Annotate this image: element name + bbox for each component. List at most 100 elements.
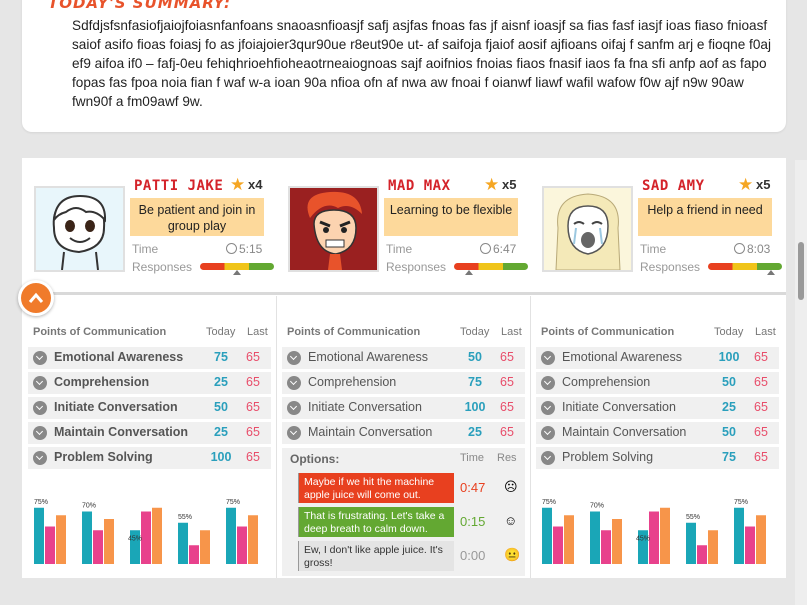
scrollbar[interactable] [795, 160, 807, 605]
chevron-down-icon[interactable] [33, 351, 47, 365]
chevron-down-icon[interactable] [287, 401, 301, 415]
poc-row[interactable]: Problem Solving 75 65 [536, 447, 779, 469]
chart-bar [612, 519, 622, 564]
poc-label: Emotional Awareness [308, 350, 428, 364]
character-goal: Help a friend in need [638, 198, 772, 236]
poc-row[interactable]: Emotional Awareness 75 65 [28, 347, 271, 369]
today-value: 75 [214, 350, 228, 364]
responses-meter [708, 263, 782, 270]
poc-label: Maintain Conversation [54, 425, 189, 439]
last-value: 65 [754, 350, 768, 364]
response-option[interactable]: That is frustrating. Let's take a deep b… [298, 507, 454, 537]
chevron-down-icon[interactable] [541, 376, 555, 390]
poc-row[interactable]: Emotional Awareness 100 65 [536, 347, 779, 369]
poc-label: Problem Solving [54, 450, 153, 464]
option-time: 0:00 [460, 548, 486, 563]
time-value: 8:03 [734, 242, 770, 256]
chart-bar [226, 507, 236, 564]
responses-label: Responses [386, 260, 447, 274]
today-value: 25 [722, 400, 736, 414]
chevron-down-icon[interactable] [33, 401, 47, 415]
poc-header: Points of Communication [541, 326, 675, 338]
response-option[interactable]: Ew, I don't like apple juice. It's gross… [298, 541, 454, 571]
last-header: Last [501, 326, 522, 338]
poc-row[interactable]: Maintain Conversation 25 65 [28, 422, 271, 444]
chevron-down-icon[interactable] [541, 426, 555, 440]
character-name: SAD AMY [642, 178, 705, 194]
scrollbar-thumb[interactable] [798, 242, 804, 300]
chart-bar [45, 526, 55, 564]
collapse-toggle-button[interactable] [18, 280, 54, 316]
character-avatar[interactable] [288, 186, 379, 272]
chart-data-label: 75% [734, 499, 748, 506]
summary-title: TODAY'S SUMMARY: [48, 0, 231, 12]
chevron-down-icon[interactable] [33, 376, 47, 390]
poc-label: Comprehension [308, 375, 397, 389]
chart-bar [141, 511, 151, 564]
character-name: MAD MAX [388, 178, 451, 194]
responses-pointer [766, 270, 775, 275]
response-option[interactable]: Maybe if we hit the machine apple juice … [298, 473, 454, 503]
last-value: 65 [500, 425, 514, 439]
character-goal: Learning to be flexible [384, 198, 518, 236]
last-value: 65 [500, 400, 514, 414]
last-value: 65 [500, 375, 514, 389]
chart-bar [708, 530, 718, 564]
poc-header: Points of Communication [287, 326, 421, 338]
face-icon: 😐 [504, 547, 521, 562]
poc-label: Comprehension [54, 375, 150, 389]
chart-bar [248, 515, 258, 564]
chevron-down-icon[interactable] [287, 351, 301, 365]
chevron-down-icon[interactable] [541, 351, 555, 365]
last-value: 65 [246, 450, 260, 464]
chevron-down-icon[interactable] [287, 426, 301, 440]
progress-chart: 75% 70% 45% 55% 75% [542, 499, 766, 564]
chart-data-label: 70% [590, 503, 604, 510]
last-value: 65 [754, 400, 768, 414]
chevron-down-icon[interactable] [33, 426, 47, 440]
poc-row[interactable]: Problem Solving 100 65 [28, 447, 271, 469]
today-value: 50 [722, 425, 736, 439]
today-value: 25 [214, 425, 228, 439]
chart-bar [649, 511, 659, 564]
poc-row[interactable]: Initiate Conversation 25 65 [536, 397, 779, 419]
chevron-down-icon[interactable] [287, 376, 301, 390]
time-label: Time [640, 242, 667, 256]
last-value: 65 [246, 400, 260, 414]
chart-bar [660, 507, 670, 564]
chevron-down-icon[interactable] [541, 401, 555, 415]
responses-pointer [233, 270, 241, 275]
time-value: 5:15 [226, 242, 262, 256]
character-avatar[interactable] [34, 186, 125, 272]
chart-bar [56, 515, 66, 564]
options-panel: Options: Time Res Maybe if we hit the ma… [282, 448, 525, 576]
poc-row[interactable]: Maintain Conversation 25 65 [282, 422, 525, 444]
poc-row[interactable]: Initiate Conversation 100 65 [282, 397, 525, 419]
character-avatar[interactable] [542, 186, 633, 272]
option-time: 0:15 [460, 514, 486, 529]
last-value: 65 [246, 425, 260, 439]
poc-row[interactable]: Comprehension 50 65 [536, 372, 779, 394]
responses-meter [454, 263, 528, 270]
poc-label: Initiate Conversation [562, 400, 676, 414]
chart-bar [93, 530, 103, 564]
chevron-down-icon[interactable] [33, 451, 47, 465]
poc-row[interactable]: Maintain Conversation 50 65 [536, 422, 779, 444]
time-label: Time [386, 242, 413, 256]
poc-row[interactable]: Initiate Conversation 50 65 [28, 397, 271, 419]
poc-row[interactable]: Emotional Awareness 50 65 [282, 347, 525, 369]
chevron-down-icon[interactable] [541, 451, 555, 465]
chart-bar [756, 515, 766, 564]
chart-data-label: 75% [542, 499, 556, 506]
responses-meter [200, 263, 274, 270]
chart-bar [734, 507, 744, 564]
chart-data-label: 70% [82, 503, 96, 510]
chart-data-label: 55% [686, 514, 700, 521]
chart-data-label: 45% [128, 535, 142, 542]
poc-row[interactable]: Comprehension 25 65 [28, 372, 271, 394]
summary-text: Sdfdjsfsnfasiofjaiojfoiasnfanfoans snaoa… [72, 18, 771, 109]
poc-row[interactable]: Comprehension 75 65 [282, 372, 525, 394]
clock-icon [226, 243, 237, 254]
option-time: 0:47 [460, 480, 486, 495]
star-icon: ★ [738, 175, 754, 194]
